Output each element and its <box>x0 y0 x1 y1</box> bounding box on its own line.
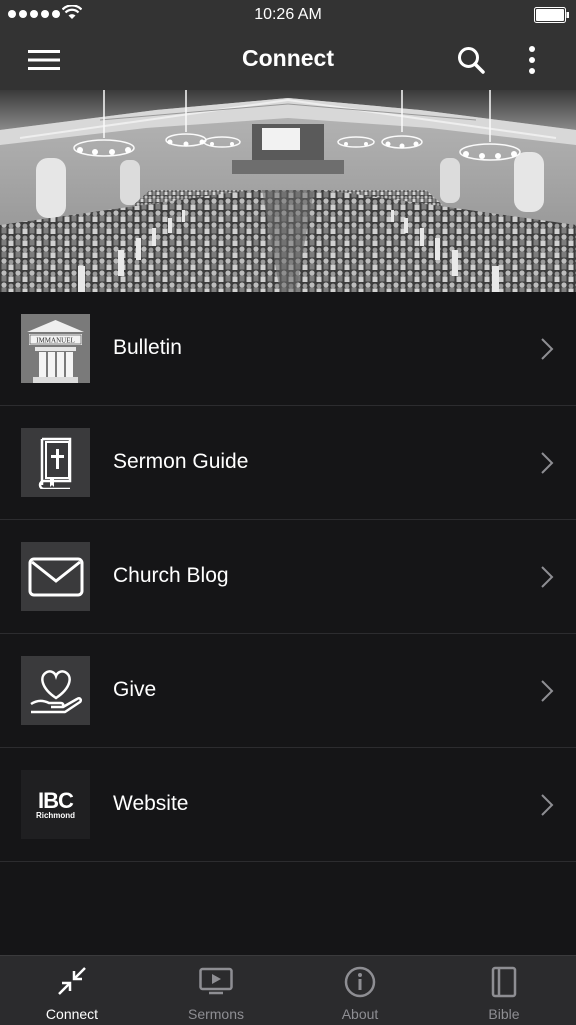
list-item-website[interactable]: IBC Richmond Website <box>0 748 576 862</box>
info-icon <box>344 966 376 998</box>
status-bar: 10:26 AM <box>0 0 576 30</box>
tab-connect[interactable]: Connect <box>0 956 144 1025</box>
bible-book-icon <box>38 437 71 489</box>
church-blog-thumbnail <box>21 542 90 611</box>
hero-image <box>0 90 576 292</box>
immanuel-sign-text: IMMANUEL <box>36 337 75 345</box>
chevron-right-icon <box>541 452 554 474</box>
tab-label: About <box>341 1006 379 1022</box>
menu-list: IMMANUEL Bulletin Sermon Guide Church Bl… <box>0 292 576 862</box>
tab-about[interactable]: About <box>288 956 432 1025</box>
tab-label: Sermons <box>187 1006 245 1022</box>
battery-icon <box>534 7 569 23</box>
sermon-guide-thumbnail <box>21 428 90 497</box>
chevron-right-icon <box>541 566 554 588</box>
book-icon <box>491 966 517 998</box>
website-thumbnail: IBC Richmond <box>21 770 90 839</box>
list-item-give[interactable]: Give <box>0 634 576 748</box>
list-item-church-blog[interactable]: Church Blog <box>0 520 576 634</box>
church-building-icon: IMMANUEL <box>21 314 90 383</box>
more-options-button[interactable] <box>510 40 554 80</box>
heart-hand-icon <box>29 669 82 713</box>
give-thumbnail <box>21 656 90 725</box>
church-sanctuary-photo <box>0 90 576 292</box>
chevron-right-icon <box>541 680 554 702</box>
list-item-label: Bulletin <box>113 336 182 359</box>
search-button[interactable] <box>449 40 493 80</box>
chevron-right-icon <box>541 794 554 816</box>
list-item-label: Give <box>113 678 157 701</box>
tab-sermons[interactable]: Sermons <box>144 956 288 1025</box>
list-item-sermon-guide[interactable]: Sermon Guide <box>0 406 576 520</box>
navigation-bar: Connect <box>0 30 576 90</box>
tab-label: Bible <box>488 1006 520 1022</box>
video-play-icon <box>199 967 233 995</box>
tab-bar: Connect Sermons About Bible <box>0 955 576 1025</box>
search-icon <box>458 47 485 74</box>
ibc-richmond-logo: IBC Richmond <box>35 787 76 820</box>
list-item-label: Website <box>113 792 189 815</box>
bulletin-thumbnail: IMMANUEL <box>21 314 90 383</box>
envelope-icon <box>28 557 83 596</box>
list-item-label: Church Blog <box>113 564 229 587</box>
chevron-right-icon <box>541 338 554 360</box>
status-time: 10:26 AM <box>254 6 322 23</box>
list-item-label: Sermon Guide <box>113 450 249 473</box>
list-item-bulletin[interactable]: IMMANUEL Bulletin <box>0 292 576 406</box>
tab-label: Connect <box>45 1006 99 1022</box>
more-vertical-icon <box>529 46 535 74</box>
tab-bible[interactable]: Bible <box>432 956 576 1025</box>
arrows-inward-icon <box>58 967 86 995</box>
